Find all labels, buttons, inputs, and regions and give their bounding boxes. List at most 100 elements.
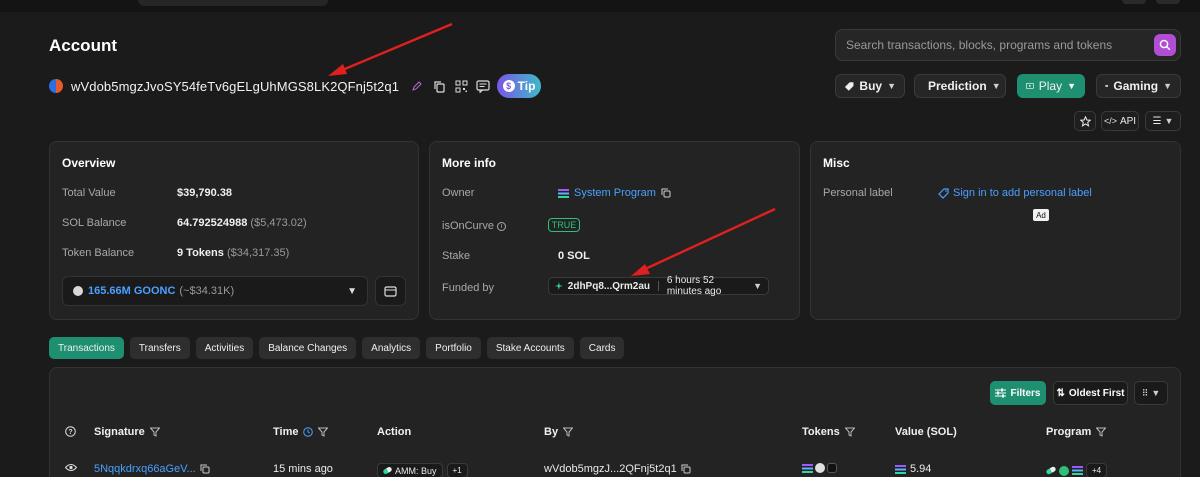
- tab-balance-changes[interactable]: Balance Changes: [259, 337, 357, 359]
- tab-analytics[interactable]: Analytics: [362, 337, 421, 359]
- copy-icon[interactable]: [681, 464, 691, 474]
- table-row: [65, 463, 77, 472]
- tab-portfolio[interactable]: Portfolio: [426, 337, 481, 359]
- copy-icon[interactable]: [661, 188, 671, 198]
- by-header-label: By: [544, 426, 559, 438]
- token-logo-icon: [73, 286, 83, 296]
- top-nav-strip: [0, 0, 1200, 12]
- token-balance: 9 Tokens: [177, 247, 224, 259]
- action-chip[interactable]: AMM: Buy: [377, 463, 443, 477]
- help-circle-icon[interactable]: ?: [65, 426, 76, 437]
- page-title: Account: [49, 36, 117, 55]
- row-by-address[interactable]: wVdob5mgzJ...2QFnj5t2q1: [544, 463, 677, 475]
- chevron-down-icon: ▼: [1163, 81, 1172, 91]
- chevron-down-icon: ▼: [753, 281, 763, 291]
- owner-link[interactable]: System Program: [574, 187, 656, 199]
- tab-cards[interactable]: Cards: [579, 337, 625, 359]
- tokens-header-label: Tokens: [802, 426, 840, 438]
- prediction-button[interactable]: Prediction ▼: [914, 74, 1006, 98]
- transactions-table: Filters ⇅ Oldest First ⠿ ▼ ? Signature T…: [49, 367, 1181, 477]
- value-column-header: Value (SOL): [895, 426, 957, 438]
- eye-icon[interactable]: [65, 463, 77, 472]
- top-nav-pill[interactable]: [138, 0, 328, 6]
- account-tabs: Transactions Transfers Activities Balanc…: [49, 337, 625, 359]
- filter-icon[interactable]: [1096, 427, 1107, 437]
- qr-code-icon[interactable]: [453, 78, 469, 94]
- tab-transfers[interactable]: Transfers: [129, 337, 190, 359]
- info-icon[interactable]: i: [496, 221, 506, 231]
- buy-button[interactable]: Buy ▼: [835, 74, 905, 98]
- funded-by-address[interactable]: 2dhPq8...Qrm2au: [568, 281, 650, 292]
- tip-button[interactable]: $ Tip: [497, 74, 542, 98]
- solana-icon: [802, 463, 813, 473]
- top-nav-button[interactable]: [1156, 0, 1180, 4]
- program-more-chip[interactable]: +4: [1086, 463, 1108, 477]
- code-icon: </>: [1103, 116, 1117, 126]
- stake-label: Stake: [442, 250, 471, 262]
- sol-balance: 64.792524988: [177, 217, 248, 229]
- signature-link[interactable]: 5Nqqkdrxq66aGeV...: [94, 463, 196, 475]
- row-time: 15 mins ago: [273, 463, 333, 475]
- tab-transactions[interactable]: Transactions: [49, 337, 124, 359]
- sliders-icon: [995, 388, 1007, 398]
- token-select-usd: (~$34.31K): [179, 285, 235, 297]
- token-select-amount: 165.66M GOONC: [88, 285, 176, 297]
- sort-arrows-icon: ⇅: [1056, 387, 1065, 399]
- favorite-button[interactable]: [1074, 111, 1096, 131]
- solana-icon: [558, 188, 569, 198]
- edit-icon[interactable]: [409, 78, 425, 94]
- copy-icon[interactable]: [200, 464, 210, 474]
- buy-label: Buy: [859, 79, 883, 93]
- sign-in-personal-label-link[interactable]: Sign in to add personal label: [953, 187, 1092, 199]
- prediction-label: Prediction: [928, 79, 987, 93]
- account-avatar-icon: [49, 79, 63, 93]
- clock-icon[interactable]: [303, 427, 314, 437]
- play-button[interactable]: Play ▼: [1017, 74, 1085, 98]
- by-column-header: By: [544, 426, 574, 438]
- sort-label: Oldest First: [1068, 387, 1125, 399]
- search-input[interactable]: [846, 30, 1146, 60]
- token-balance-usd: ($34,317.35): [226, 247, 290, 259]
- list-menu-button[interactable]: ☰ ▼: [1145, 111, 1181, 131]
- columns-menu-button[interactable]: ⠿ ▼: [1134, 381, 1168, 405]
- filters-button[interactable]: Filters: [990, 381, 1046, 405]
- tab-activities[interactable]: Activities: [195, 337, 254, 359]
- token-logo-icon: [827, 463, 837, 473]
- token-select[interactable]: 165.66M GOONC (~$34.31K) ▼: [62, 276, 368, 306]
- api-button[interactable]: </> API: [1101, 111, 1139, 131]
- total-value-label: Total Value: [62, 187, 116, 199]
- program-column-header: Program: [1046, 426, 1107, 438]
- account-address[interactable]: wVdob5mgzJvoSY54feTv6gELgUhMGS8LK2QFnj5t…: [71, 79, 399, 94]
- misc-title: Misc: [823, 156, 850, 170]
- filter-icon[interactable]: [563, 427, 574, 437]
- filter-icon[interactable]: [318, 427, 329, 437]
- time-header-label: Time: [273, 426, 299, 438]
- tab-stake-accounts[interactable]: Stake Accounts: [486, 337, 574, 359]
- details-column-header: ?: [65, 426, 76, 437]
- misc-card: Misc Personal label Sign in to add perso…: [810, 141, 1181, 320]
- search-button[interactable]: [1154, 34, 1176, 56]
- filter-icon[interactable]: [149, 427, 160, 437]
- gaming-label: Gaming: [1113, 79, 1159, 93]
- gaming-button[interactable]: Gaming ▼: [1096, 74, 1181, 98]
- owner-label: Owner: [442, 187, 475, 199]
- ad-badge: Ad: [1033, 209, 1049, 221]
- star-icon: [1079, 115, 1091, 127]
- filter-icon[interactable]: [844, 427, 855, 437]
- top-nav-button[interactable]: [1122, 0, 1146, 4]
- comment-icon[interactable]: [475, 78, 491, 94]
- copy-icon[interactable]: [431, 78, 447, 94]
- sort-order-button[interactable]: ⇅ Oldest First: [1053, 381, 1128, 405]
- search-bar[interactable]: [835, 29, 1181, 61]
- row-value: 5.94: [910, 463, 932, 475]
- action-label: AMM: Buy: [395, 465, 437, 476]
- annotation-arrow-address: [339, 22, 453, 73]
- action-more-chip[interactable]: +1: [446, 463, 468, 477]
- signature-column-header: Signature: [94, 426, 160, 438]
- funded-by-label: Funded by: [442, 282, 494, 294]
- token-portfolio-button[interactable]: [375, 276, 406, 306]
- sparkle-icon: [555, 282, 563, 290]
- program-logo-icon: [1059, 465, 1069, 476]
- funded-by-chip[interactable]: 2dhPq8...Qrm2au 6 hours 52 minutes ago ▼: [548, 275, 769, 297]
- chevron-down-icon: ▼: [1164, 116, 1174, 126]
